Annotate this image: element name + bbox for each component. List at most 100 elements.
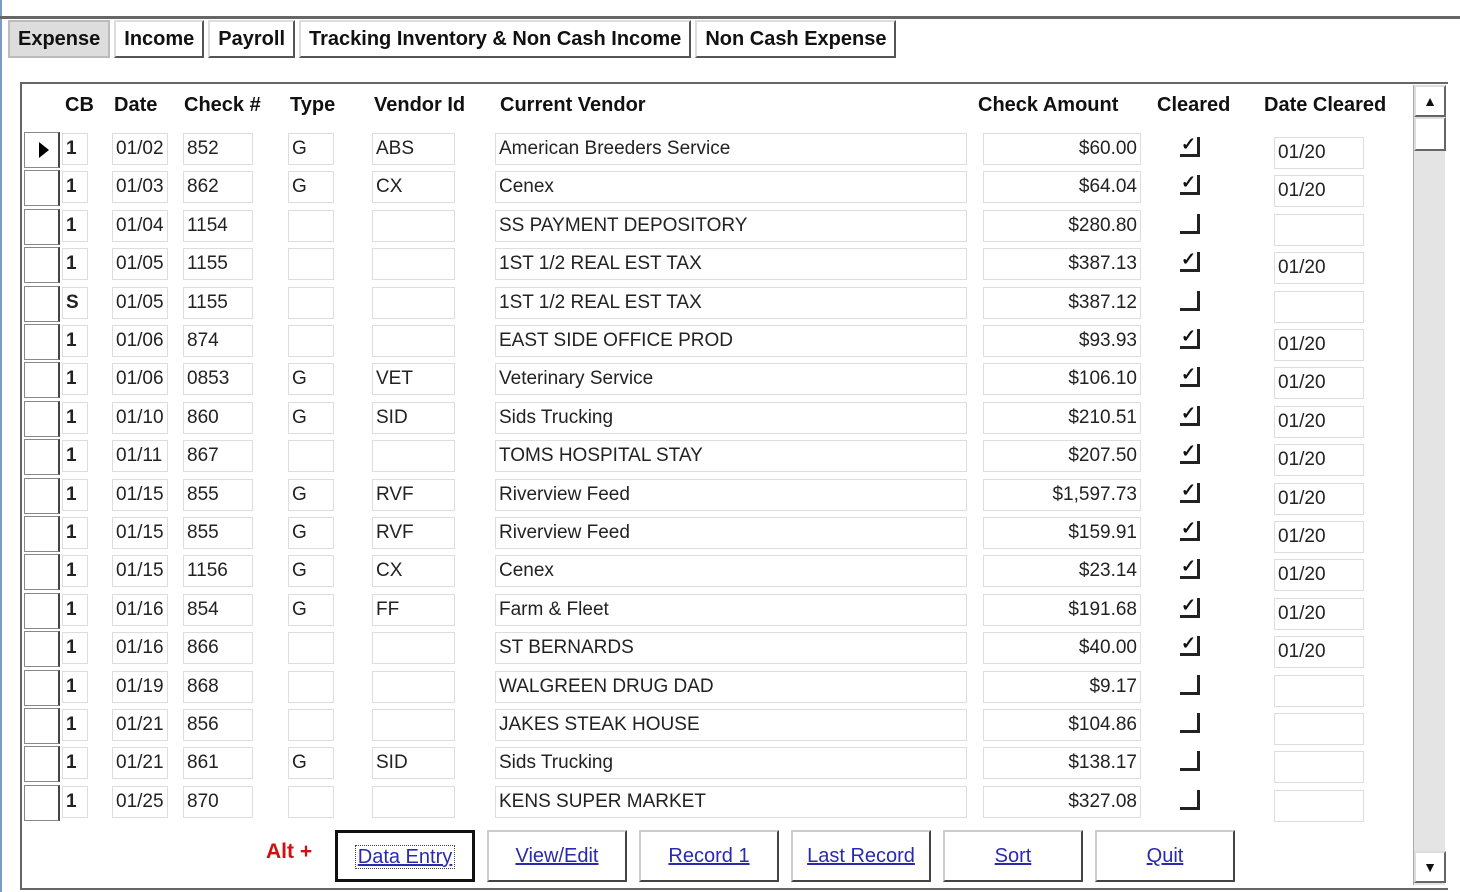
cb-field[interactable]: 1 [62, 248, 88, 281]
check-number-field[interactable]: 1156 [183, 555, 253, 588]
vendor-field[interactable]: Riverview Feed [495, 478, 967, 511]
cleared-checkbox[interactable]: ✓ [1180, 442, 1200, 465]
cleared-checkbox[interactable]: ✓ [1180, 596, 1200, 618]
date-cleared-field[interactable] [1274, 674, 1364, 707]
check-number-field[interactable]: 855 [183, 517, 253, 549]
record-selector[interactable] [24, 247, 60, 284]
type-field[interactable]: G [288, 171, 334, 204]
tab-payroll[interactable]: Payroll [208, 20, 295, 58]
record-selector[interactable] [24, 631, 60, 668]
vendor-id-field[interactable] [372, 248, 455, 281]
date-field[interactable]: 01/05 [112, 248, 168, 281]
amount-field[interactable]: $106.10 [983, 363, 1141, 396]
cb-field[interactable]: 1 [62, 133, 88, 165]
cleared-checkbox[interactable]: ✓ [1180, 519, 1200, 541]
record-selector[interactable] [24, 324, 60, 360]
cleared-checkbox[interactable]: ✓ [1180, 135, 1200, 157]
record-selector[interactable] [24, 208, 60, 245]
amount-field[interactable]: $191.68 [983, 593, 1141, 626]
date-cleared-field[interactable]: 01/20 [1274, 137, 1364, 169]
vendor-field[interactable]: 1ST 1/2 REAL EST TAX [495, 286, 967, 319]
cleared-checkbox[interactable] [1180, 751, 1200, 772]
cleared-checkbox[interactable]: ✓ [1180, 173, 1200, 196]
record-selector[interactable] [24, 592, 60, 629]
cb-field[interactable]: 1 [62, 670, 88, 703]
date-field[interactable]: 01/21 [112, 747, 168, 780]
vendor-id-field[interactable] [372, 785, 455, 818]
record-selector[interactable] [24, 477, 60, 514]
type-field[interactable] [288, 670, 334, 703]
date-field[interactable]: 01/04 [112, 209, 168, 242]
date-cleared-field[interactable]: 01/20 [1274, 329, 1364, 361]
type-field[interactable]: G [288, 593, 334, 626]
cb-field[interactable]: S [62, 286, 88, 319]
type-field[interactable]: G [288, 517, 334, 549]
vendor-id-field[interactable]: CX [372, 171, 455, 204]
amount-field[interactable]: $40.00 [983, 632, 1141, 665]
date-cleared-field[interactable] [1274, 213, 1364, 246]
check-number-field[interactable]: 867 [183, 440, 253, 473]
amount-field[interactable]: $104.86 [983, 709, 1141, 741]
scroll-down-arrow-icon[interactable]: ▼ [1414, 851, 1446, 883]
date-cleared-field[interactable] [1274, 713, 1364, 745]
amount-field[interactable]: $93.93 [983, 325, 1141, 357]
type-field[interactable] [288, 286, 334, 319]
date-cleared-field[interactable]: 01/20 [1274, 597, 1364, 630]
record-selector[interactable] [24, 516, 60, 552]
vendor-id-field[interactable]: SID [372, 401, 455, 434]
vendor-id-field[interactable] [372, 440, 455, 473]
scroll-up-arrow-icon[interactable]: ▲ [1414, 85, 1446, 117]
cb-field[interactable]: 1 [62, 747, 88, 780]
cb-field[interactable]: 1 [62, 593, 88, 626]
vendor-id-field[interactable] [372, 709, 455, 741]
amount-field[interactable]: $327.08 [983, 785, 1141, 818]
vendor-field[interactable]: TOMS HOSPITAL STAY [495, 440, 967, 473]
cb-field[interactable]: 1 [62, 785, 88, 818]
tab-expense[interactable]: Expense [8, 20, 111, 58]
cb-field[interactable]: 1 [62, 440, 88, 473]
vendor-field[interactable]: Sids Trucking [495, 747, 967, 780]
date-field[interactable]: 01/06 [112, 325, 168, 357]
cleared-checkbox[interactable] [1180, 213, 1200, 234]
date-field[interactable]: 01/05 [112, 286, 168, 319]
date-field[interactable]: 01/11 [112, 440, 168, 473]
type-field[interactable] [288, 440, 334, 473]
amount-field[interactable]: $60.00 [983, 133, 1141, 165]
date-cleared-field[interactable] [1274, 789, 1364, 822]
vendor-field[interactable]: 1ST 1/2 REAL EST TAX [495, 248, 967, 281]
date-cleared-field[interactable] [1274, 290, 1364, 323]
check-number-field[interactable]: 1155 [183, 286, 253, 319]
type-field[interactable] [288, 248, 334, 281]
last-record-button[interactable]: Last Record [791, 830, 931, 882]
date-cleared-field[interactable]: 01/20 [1274, 521, 1364, 553]
date-field[interactable]: 01/16 [112, 593, 168, 626]
cb-field[interactable]: 1 [62, 478, 88, 511]
cleared-checkbox[interactable] [1180, 789, 1200, 810]
vendor-field[interactable]: ST BERNARDS [495, 632, 967, 665]
date-field[interactable]: 01/03 [112, 171, 168, 204]
vendor-id-field[interactable]: ABS [372, 133, 455, 165]
vendor-id-field[interactable]: SID [372, 747, 455, 780]
vendor-id-field[interactable] [372, 209, 455, 242]
amount-field[interactable]: $207.50 [983, 440, 1141, 473]
date-cleared-field[interactable]: 01/20 [1274, 405, 1364, 438]
vendor-id-field[interactable]: CX [372, 555, 455, 588]
check-number-field[interactable]: 874 [183, 325, 253, 357]
cleared-checkbox[interactable]: ✓ [1180, 404, 1200, 426]
cleared-checkbox[interactable]: ✓ [1180, 327, 1200, 349]
date-field[interactable]: 01/19 [112, 670, 168, 703]
cb-field[interactable]: 1 [62, 401, 88, 434]
vendor-id-field[interactable]: RVF [372, 517, 455, 549]
amount-field[interactable]: $159.91 [983, 517, 1141, 549]
amount-field[interactable]: $387.13 [983, 248, 1141, 281]
cleared-checkbox[interactable]: ✓ [1180, 250, 1200, 273]
record-selector[interactable] [24, 362, 60, 399]
type-field[interactable]: G [288, 555, 334, 588]
tab-non-cash-expense[interactable]: Non Cash Expense [695, 20, 897, 58]
date-cleared-field[interactable]: 01/20 [1274, 482, 1364, 515]
cleared-checkbox[interactable]: ✓ [1180, 557, 1200, 580]
record-selector[interactable] [24, 170, 60, 207]
date-field[interactable]: 01/16 [112, 632, 168, 665]
check-number-field[interactable]: 0853 [183, 363, 253, 396]
scroll-thumb[interactable] [1414, 117, 1446, 151]
